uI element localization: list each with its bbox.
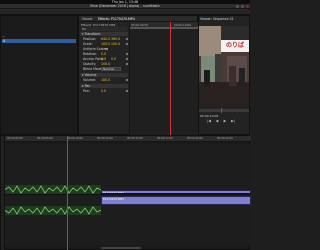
volume-label: Volume: (83, 78, 96, 82)
tick-label: 00:00:12:00 (97, 137, 113, 140)
viewer-frame: のりば (199, 26, 249, 106)
viewer-panel: Viewer: Sequence 01 のりば 00:00:10:09 |◀ ◀… (198, 15, 250, 135)
viewer-timecode: 00:00:10:09 (200, 114, 219, 118)
opacity-row: Opacity: 100.0 (83, 62, 129, 66)
keyframe-playhead[interactable] (170, 22, 171, 135)
uniform-scale-checkbox[interactable] (105, 47, 108, 51)
tick-label: 00:00:00:00 (7, 137, 23, 140)
keyframe-toggle-icon[interactable] (125, 89, 129, 93)
timeline-ruler[interactable]: 00:00:00:00 00:00:05:00 00:00:10:00 00:0… (5, 136, 251, 142)
blend-mode-label: Blend Mode: (83, 67, 103, 71)
tick-label: 00:00:17:00 (157, 137, 173, 140)
tick-label: 00:00:20:00 (187, 137, 203, 140)
transform-section[interactable]: ▾ Transform (80, 32, 128, 36)
audio-waveform (5, 185, 101, 194)
keyframe-toggle-icon[interactable] (125, 52, 129, 56)
audio-clip[interactable]: P1170470.MP4 (101, 196, 251, 205)
blend-mode-select[interactable]: Normal (101, 67, 121, 71)
viewer-title: Viewer: Sequence 01 (200, 17, 234, 21)
keyframe-toggle-icon[interactable] (125, 62, 129, 66)
tab-viewer[interactable]: Viewer (81, 16, 94, 22)
scale-x[interactable]: 100.0 (101, 42, 110, 46)
scale-y[interactable]: 100.0 (111, 42, 120, 46)
keyframe-time-start: 00:00:00:00 (131, 22, 149, 27)
sign-text: のりば (225, 42, 244, 49)
anchor-y[interactable]: 0.0 (111, 57, 116, 61)
keyframe-area[interactable]: 00:00:00:00 00:00:10:00 (129, 22, 198, 135)
step-back-icon[interactable]: ◀ (215, 119, 219, 123)
project-item[interactable]: ... (2, 34, 76, 38)
volume-value[interactable]: 100.0 (101, 78, 110, 82)
pan-section-label: Pan (84, 84, 91, 88)
rotation-value[interactable]: 0.0 (101, 52, 106, 56)
close-button[interactable] (246, 5, 249, 8)
position-x[interactable]: 640.0 (101, 37, 110, 41)
project-item[interactable] (2, 44, 76, 48)
maximize-button[interactable] (241, 5, 244, 8)
rotation-label: Rotation: (83, 52, 98, 56)
play-icon[interactable]: ▶ (223, 119, 227, 123)
keyframe-clip-bar (130, 27, 198, 29)
tick-label: 00:00:22:00 (217, 137, 233, 140)
blend-mode-row: Blend Mode: Normal (83, 67, 127, 71)
audio-waveform (5, 206, 101, 215)
go-to-start-icon[interactable]: |◀ (207, 119, 211, 123)
viewer-playhead[interactable] (221, 108, 222, 113)
viewer-scrubber[interactable] (199, 108, 249, 113)
waveform-icon (5, 185, 101, 194)
audio-clip-label: P1170470.MP4 (103, 197, 124, 201)
pan-label: Pan: (83, 89, 90, 93)
go-to-end-icon[interactable]: ▶| (231, 119, 235, 123)
minimize-button[interactable] (236, 5, 239, 8)
timeline-scrollbar[interactable] (101, 247, 141, 249)
timeline-playhead[interactable] (67, 136, 68, 250)
uniform-scale-row: Uniform Scale: (83, 47, 127, 51)
effects-panel: Viewer Effects: P1170470.MP4 Effects: P1… (78, 15, 198, 135)
position-y[interactable]: 360.0 (111, 37, 120, 41)
keyframe-time-end: 00:00:10:00 (174, 22, 192, 27)
timeline-panel: 00:00:00:00 00:00:05:00 00:00:10:00 00:0… (0, 135, 251, 250)
anchor-x[interactable]: 0.0 (101, 57, 106, 61)
volume-row: Volume: 100.0 (83, 78, 129, 82)
volume-section-label: Volume (84, 73, 97, 77)
audio-tracks[interactable]: P1170470.MP4 (5, 185, 251, 245)
pan-value[interactable]: 0.0 (101, 89, 106, 93)
tick-label: 00:00:05:00 (37, 137, 53, 140)
keyframe-toggle-icon[interactable] (125, 78, 129, 82)
pan-row: Pan: 0.0 (83, 89, 129, 93)
project-item-selected[interactable]: .4 (2, 39, 76, 43)
scale-label: Scale: (83, 42, 93, 46)
street-scene-image (199, 26, 249, 106)
rotation-row: Rotation: 0.0 (83, 52, 129, 56)
uniform-scale-label: Uniform Scale: (83, 47, 107, 51)
keyframe-toggle-icon[interactable] (125, 57, 129, 61)
volume-section[interactable]: ▾ Volume (80, 73, 128, 77)
keyframe-toggle-icon[interactable] (125, 42, 129, 46)
effects-subheader: V1 (81, 27, 127, 31)
scale-row: Scale: 100.0 100.0 (83, 42, 129, 46)
position-row: Position: 640.0 360.0 (83, 37, 129, 41)
viewer-controls: |◀ ◀ ▶ ▶| (207, 119, 241, 124)
waveform-icon (5, 206, 101, 215)
anchor-row: Anchor Point: 0.0 0.0 (83, 57, 129, 61)
tick-label: 00:00:15:00 (127, 137, 143, 140)
tick-label: 00:00:10:00 (67, 137, 83, 140)
opacity-value[interactable]: 100.0 (101, 62, 110, 66)
transform-label: Transform (84, 32, 101, 36)
pan-section[interactable]: ▾ Pan (80, 84, 128, 88)
project-panel: ... .4 (0, 15, 78, 135)
position-label: Position: (83, 37, 97, 41)
keyframe-toggle-icon[interactable] (125, 37, 129, 41)
opacity-label: Opacity: (83, 62, 97, 66)
